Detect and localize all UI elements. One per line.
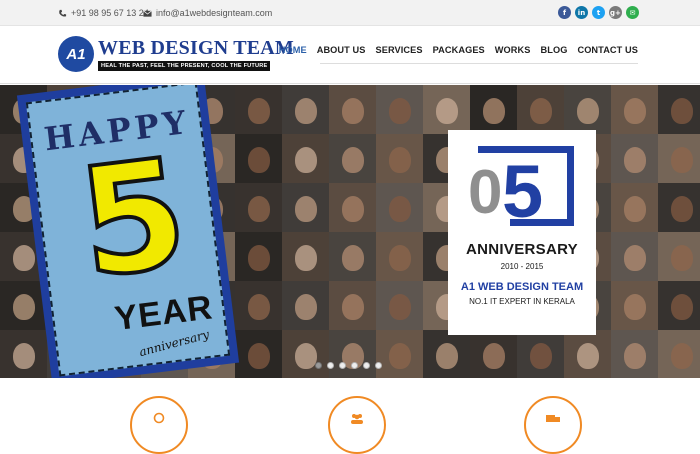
happy-card-inner: HAPPY 5 YEAR anniversary [25,85,231,377]
badge-company: A1 WEB DESIGN TEAM [460,281,584,293]
logo-tagline: HEAL THE PAST, FEEL THE PRESENT, COOL TH… [98,61,271,71]
slider-dot[interactable] [315,362,322,369]
logo-brand: WEB DESIGN TEAM [98,37,295,59]
phone-contact[interactable]: +91 98 95 67 13 24 [58,8,149,18]
service-circle-team[interactable] [328,396,386,454]
nav-home[interactable]: HOME [279,45,307,55]
nav-services[interactable]: SERVICES [375,45,422,55]
lightbulb-icon [153,412,165,424]
phone-icon [59,9,67,17]
nav-packages[interactable]: PACKAGES [433,45,485,55]
nav-divider [320,63,638,64]
services-section [0,378,700,454]
nav-contact-us[interactable]: CONTACT US [577,45,638,55]
facebook-icon[interactable]: f [558,6,571,19]
anniversary-badge: 0 5 ANNIVERSARY 2010 - 2015 A1 WEB DESIG… [448,130,596,335]
twitter-icon[interactable]: t [592,6,605,19]
users-icon [351,414,363,424]
service-circle-ideas[interactable] [130,396,188,454]
nav-blog[interactable]: BLOG [541,45,568,55]
envelope-icon [143,9,152,17]
slider-pagination [315,362,382,369]
truck-icon [546,415,560,422]
email-address: info@a1webdesignteam.com [156,8,273,18]
slider-dot[interactable] [363,362,370,369]
linkedin-icon[interactable]: in [575,6,588,19]
slider-dot[interactable] [351,362,358,369]
social-links: f in t g+ ✉ [558,6,639,19]
badge-zero: 0 [468,158,503,227]
nav-works[interactable]: WORKS [495,45,531,55]
happy-5-year-card: HAPPY 5 YEAR anniversary [16,85,240,378]
slider-dot[interactable] [327,362,334,369]
badge-five: 5 [502,150,544,233]
site-logo[interactable]: A1 WEB DESIGN TEAM HEAL THE PAST, FEEL T… [58,36,294,74]
site-header: A1 WEB DESIGN TEAM HEAL THE PAST, FEEL T… [0,26,700,84]
mail-icon[interactable]: ✉ [626,6,639,19]
hero-slider[interactable]: HAPPY 5 YEAR anniversary 0 5 ANNIVERSARY… [0,85,700,378]
logo-mark: A1 [58,36,94,72]
email-contact[interactable]: info@a1webdesignteam.com [143,8,272,18]
top-bar: +91 98 95 67 13 24 info@a1webdesignteam.… [0,0,700,26]
nav-about-us[interactable]: ABOUT US [317,45,366,55]
badge-tagline: NO.1 IT EXPERT IN KERALA [469,297,575,306]
service-circle-delivery[interactable] [524,396,582,454]
big-five-numeral: 5 [69,125,198,314]
slider-dot[interactable] [375,362,382,369]
badge-years: 2010 - 2015 [500,262,544,271]
badge-anniversary: ANNIVERSARY [466,241,578,258]
main-nav: HOME ABOUT US SERVICES PACKAGES WORKS BL… [279,45,638,55]
phone-number: +91 98 95 67 13 24 [71,8,149,18]
google-plus-icon[interactable]: g+ [609,6,622,19]
slider-dot[interactable] [339,362,346,369]
